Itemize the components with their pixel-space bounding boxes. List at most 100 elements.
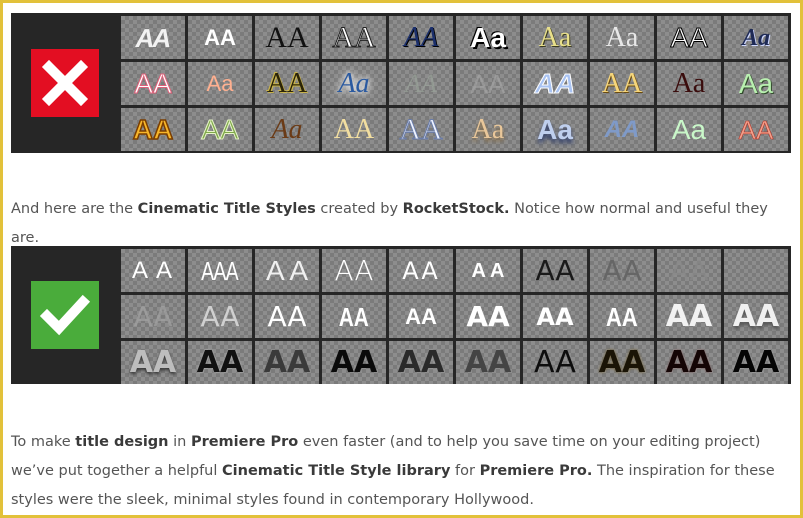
title-style-sample: AA xyxy=(265,20,309,54)
check-mark-icon xyxy=(31,281,99,349)
bad-style-tile: Aa xyxy=(724,62,788,105)
title-style-sample: AA xyxy=(334,253,374,287)
check-mark-glyph xyxy=(40,294,90,336)
title-style-sample: AA xyxy=(134,67,172,99)
title-style-sample: AA xyxy=(534,67,576,99)
title-style-sample: AA xyxy=(263,344,311,380)
title-style-sample: AA xyxy=(670,21,708,53)
good-style-tile: AA xyxy=(657,341,721,384)
intro-paragraph: To make title design in Premiere Pro eve… xyxy=(11,428,791,515)
bad-style-tile: Aa xyxy=(657,62,721,105)
good-style-tile: AA xyxy=(724,341,788,384)
good-style-tile: AA xyxy=(188,295,252,338)
title-style-sample: AA xyxy=(665,298,713,334)
title-style-sample: AA xyxy=(133,22,173,53)
bad-style-tile: Aa xyxy=(724,16,788,59)
good-style-tile: AA xyxy=(188,341,252,384)
title-style-sample: AA xyxy=(665,344,713,380)
title-style-sample: Aa xyxy=(672,67,706,99)
good-style-tile: A A xyxy=(121,249,185,292)
article-frame: AA AA AA AA AA Aa Aa Aa AA Aa AA Aa AA Aa AA AA AA AA Aa Aa… xyxy=(0,0,803,518)
good-style-tile: AA xyxy=(389,295,453,338)
title-style-sample: Aa xyxy=(741,24,770,51)
good-style-tile: AA xyxy=(121,295,185,338)
title-style-sample: AA xyxy=(405,68,437,98)
bad-style-tile: AA xyxy=(389,16,453,59)
good-style-tile: AA xyxy=(456,295,520,338)
good-style-tile: A A xyxy=(255,249,319,292)
bad-style-tile: AA xyxy=(121,108,185,151)
product-name: Cinematic Title Styles xyxy=(137,201,316,217)
title-style-sample: AA xyxy=(266,67,308,99)
title-style-sample: AA xyxy=(598,344,646,380)
title-style-sample: Aa xyxy=(671,113,707,145)
good-style-tile: AA xyxy=(590,295,654,338)
bad-style-tile: AA xyxy=(188,16,252,59)
bad-style-tile: Aa xyxy=(188,62,252,105)
keyword: title design xyxy=(75,434,169,450)
title-style-sample: AA xyxy=(470,68,506,99)
library-name: Cinematic Title Style library xyxy=(222,463,451,479)
bad-style-tile: AA xyxy=(456,62,520,105)
title-style-sample: AA xyxy=(405,303,437,329)
title-style-sample: AA xyxy=(402,256,440,285)
good-style-tile xyxy=(724,249,788,292)
title-style-sample: A A xyxy=(471,259,505,282)
title-style-sample: AA xyxy=(535,253,575,287)
bad-style-tile: AA xyxy=(724,108,788,151)
good-style-tile: A A xyxy=(456,249,520,292)
bad-styles-grid: AA AA AA AA AA Aa Aa Aa AA Aa AA Aa AA Aa AA AA AA AA Aa Aa… xyxy=(121,16,788,151)
paragraph-text: for xyxy=(450,463,480,479)
good-style-tile: AA xyxy=(523,249,587,292)
bad-style-tile: AA xyxy=(523,62,587,105)
bad-style-tile: Aa xyxy=(456,16,520,59)
good-styles-grid: A A AAA A A AA AA A A AA AA AA AA AA AA AA AA AA AA AA AA… xyxy=(121,249,788,384)
brand-name: RocketStock. xyxy=(402,201,510,217)
good-style-tile: AA xyxy=(657,295,721,338)
bad-style-tile: Aa xyxy=(523,16,587,59)
title-style-sample: Aa xyxy=(470,21,506,53)
caption-text: And here are the xyxy=(11,201,138,217)
product-name: Premiere Pro xyxy=(190,434,299,450)
title-style-sample: AA xyxy=(204,24,236,50)
good-style-tile: AA xyxy=(121,341,185,384)
title-style-sample: AA xyxy=(129,344,177,380)
bad-style-tile: Aa xyxy=(255,108,319,151)
bad-style-tile: AA xyxy=(121,16,185,59)
bad-style-tile: Aa xyxy=(456,108,520,151)
good-style-tile: AA xyxy=(523,341,587,384)
title-style-sample: Aa xyxy=(605,21,639,53)
bad-style-tile: AA xyxy=(590,62,654,105)
bad-style-tile: AA xyxy=(590,108,654,151)
good-style-tile: AA xyxy=(322,341,386,384)
paragraph-text: in xyxy=(168,434,191,450)
title-style-sample: AA xyxy=(132,113,174,145)
title-style-sample: AA xyxy=(606,301,638,332)
title-style-sample: AA xyxy=(133,299,173,333)
bad-style-tile: Aa xyxy=(657,108,721,151)
good-style-tile: AA xyxy=(255,341,319,384)
good-style-tile: AAA xyxy=(188,249,252,292)
title-style-sample: AA xyxy=(732,298,780,334)
title-style-sample: AA xyxy=(669,253,709,287)
comparison-caption: And here are the Cinematic Title Styles … xyxy=(11,195,800,253)
bad-style-tile: Aa xyxy=(322,62,386,105)
bad-style-tile: Aa xyxy=(590,16,654,59)
bad-style-tile: Aa xyxy=(523,108,587,151)
title-style-sample: AA xyxy=(464,344,512,380)
good-style-tile: AA xyxy=(724,295,788,338)
good-style-tile: AA xyxy=(389,249,453,292)
bad-style-tile: AA xyxy=(255,16,319,59)
title-style-sample: AAA xyxy=(201,255,240,286)
title-style-sample: AA xyxy=(399,112,443,146)
title-style-sample: AA xyxy=(196,344,244,380)
product-name: Premiere Pro. xyxy=(479,463,593,479)
x-mark-glyph xyxy=(41,59,89,107)
bad-style-tile: AA xyxy=(255,62,319,105)
good-style-tile: AA xyxy=(389,341,453,384)
title-style-sample: Aa xyxy=(338,67,370,99)
title-style-sample: A A xyxy=(131,256,175,284)
bad-style-tile: AA xyxy=(657,16,721,59)
title-style-sample: AA xyxy=(332,20,376,54)
paragraph-text: To make xyxy=(11,434,76,450)
